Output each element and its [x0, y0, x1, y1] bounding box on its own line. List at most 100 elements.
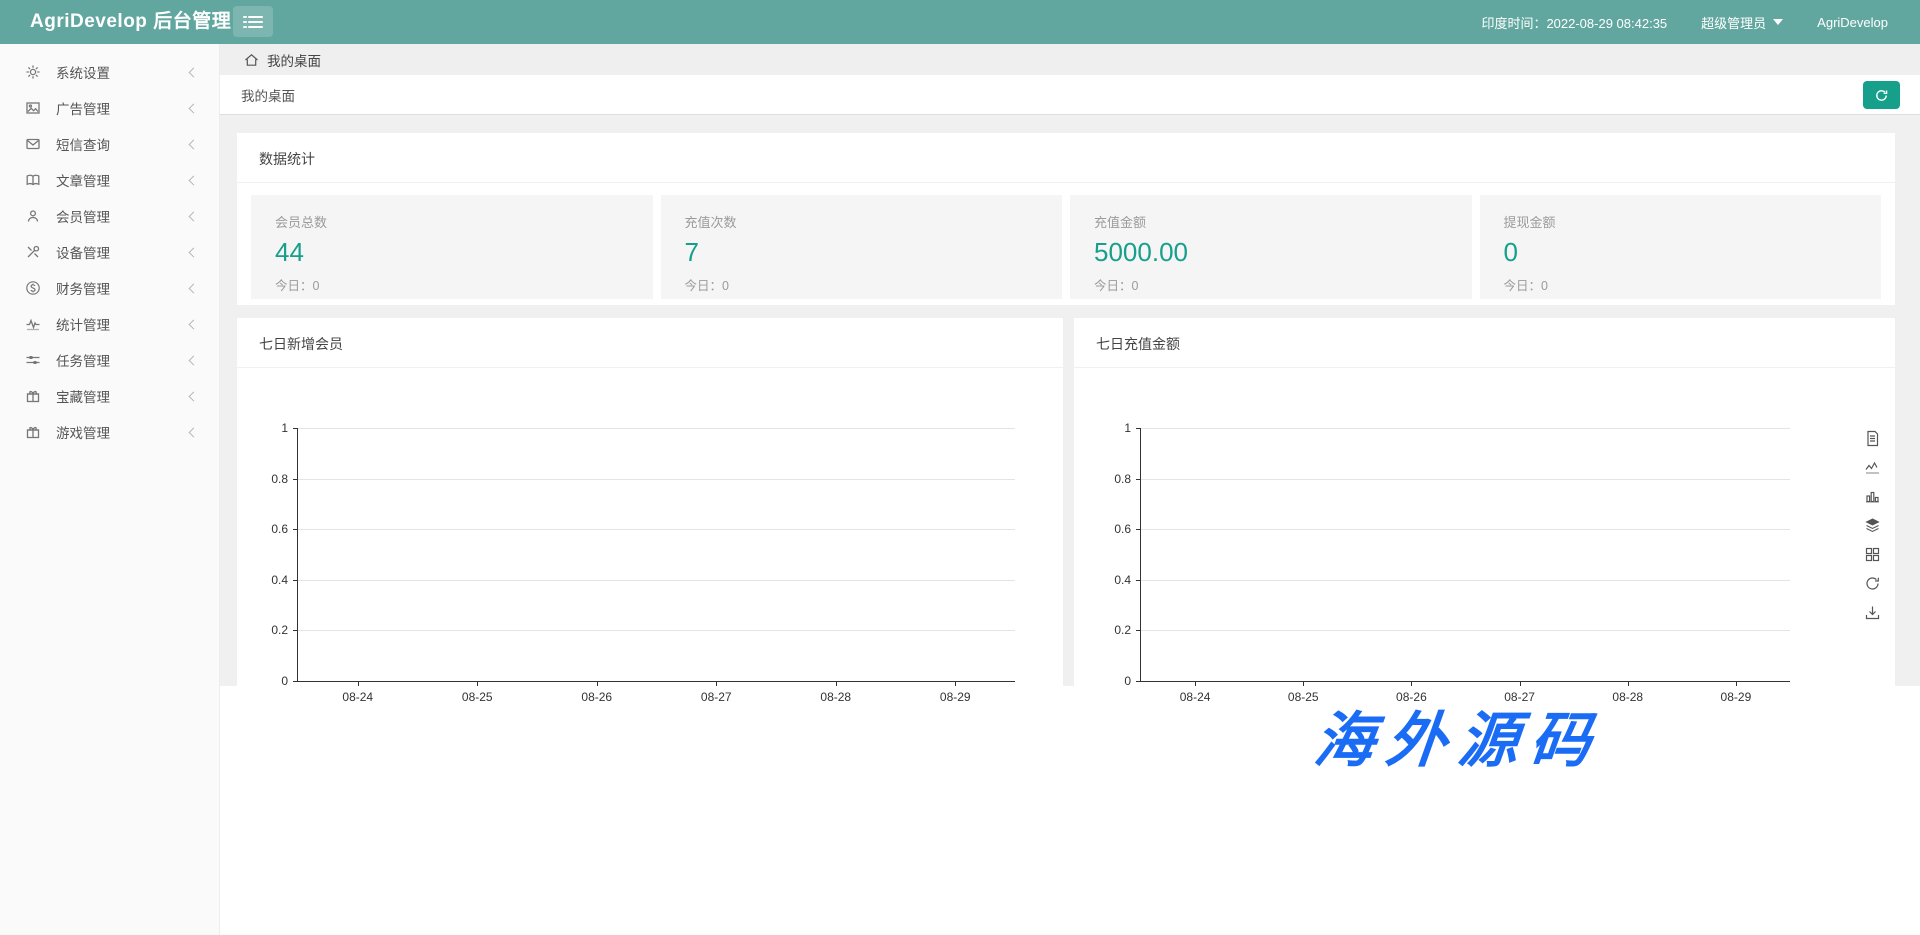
- line-chart-icon[interactable]: [1864, 459, 1881, 476]
- stat-cards: 会员总数 44 今日：0 充值次数 7 今日：0 充值金额 5000.00 今日…: [237, 183, 1895, 299]
- stat-label: 提现金额: [1504, 212, 1858, 231]
- axis-tick: [1136, 580, 1141, 581]
- axis-tick: [293, 630, 298, 631]
- sidebar-item-label: 宝藏管理: [56, 386, 110, 406]
- sidebar-item-label: 系统设置: [56, 62, 110, 82]
- image-icon: [24, 100, 41, 117]
- app-root: AgriDevelop 后台管理 印度时间：2022-08-29 08:42:3…: [0, 0, 1920, 935]
- y-axis-label: 0.2: [271, 623, 288, 637]
- top-header: AgriDevelop 后台管理 印度时间：2022-08-29 08:42:3…: [0, 0, 1920, 44]
- chart-panel-recharge-amount: 七日充值金额 10.80.60.40.2008-2408-2508-2608-2…: [1074, 318, 1895, 686]
- gridline: [1141, 428, 1790, 429]
- axis-tick: [477, 681, 478, 686]
- stat-label: 充值金额: [1094, 212, 1448, 231]
- axis-tick: [1303, 681, 1304, 686]
- user-role-dropdown[interactable]: 超级管理员: [1701, 13, 1783, 32]
- axis-tick: [1136, 529, 1141, 530]
- sidebar-item-article-management[interactable]: 文章管理: [0, 162, 219, 198]
- axis-tick: [1195, 681, 1196, 686]
- stat-card-recharge-count: 充值次数 7 今日：0: [661, 195, 1063, 299]
- line-chart-new-members: 10.80.60.40.2008-2408-2508-2608-2708-280…: [297, 428, 1015, 682]
- axis-tick: [293, 428, 298, 429]
- gridline: [298, 428, 1015, 429]
- y-axis-label: 0.6: [1114, 522, 1131, 536]
- sidebar-item-treasure-management[interactable]: 宝藏管理: [0, 378, 219, 414]
- stat-card-withdraw-amount: 提现金额 0 今日：0: [1480, 195, 1882, 299]
- chevron-left-icon: [189, 139, 199, 149]
- sidebar-item-member-management[interactable]: 会员管理: [0, 198, 219, 234]
- stat-value: 44: [275, 237, 629, 268]
- caret-down-icon: [1773, 19, 1783, 25]
- gift-icon: [24, 424, 41, 441]
- sidebar-item-finance-management[interactable]: 财务管理: [0, 270, 219, 306]
- book-icon: [24, 172, 41, 189]
- sidebar-item-statistics-management[interactable]: 统计管理: [0, 306, 219, 342]
- x-axis-label: 08-24: [342, 690, 373, 704]
- dashboard-area: 数据统计 会员总数 44 今日：0 充值次数 7 今日：0 充值金额: [220, 115, 1920, 686]
- hamburger-icon: [243, 15, 263, 29]
- sidebar-item-label: 任务管理: [56, 350, 110, 370]
- user-icon: [24, 208, 41, 225]
- stat-value: 0: [1504, 237, 1858, 268]
- sidebar-item-system-settings[interactable]: 系统设置: [0, 54, 219, 90]
- stat-value: 5000.00: [1094, 237, 1448, 268]
- watermark: 海外源码: [1310, 692, 1879, 779]
- y-axis-label: 0.8: [271, 472, 288, 486]
- breadcrumb-label: 我的桌面: [267, 50, 321, 70]
- stat-today: 今日：0: [1504, 275, 1858, 294]
- sidebar-item-ad-management[interactable]: 广告管理: [0, 90, 219, 126]
- breadcrumb-bar: 我的桌面: [220, 44, 1920, 75]
- breadcrumb[interactable]: 我的桌面: [244, 50, 321, 70]
- y-axis-label: 0: [281, 674, 288, 688]
- sidebar-item-label: 短信查询: [56, 134, 110, 154]
- y-axis-label: 1: [281, 421, 288, 435]
- stat-label: 充值次数: [685, 212, 1039, 231]
- data-view-icon[interactable]: [1864, 430, 1881, 447]
- main-content: 我的桌面 我的桌面 数据统计 会员总数: [220, 44, 1920, 935]
- sidebar-item-device-management[interactable]: 设备管理: [0, 234, 219, 270]
- axis-tick: [1520, 681, 1521, 686]
- y-axis-label: 0.4: [1114, 573, 1131, 587]
- axis-tick: [836, 681, 837, 686]
- restore-icon[interactable]: [1864, 575, 1881, 592]
- chevron-left-icon: [189, 67, 199, 77]
- tools-icon: [24, 244, 41, 261]
- axis-tick: [1136, 428, 1141, 429]
- tab-my-desktop[interactable]: 我的桌面: [220, 85, 295, 105]
- chevron-left-icon: [189, 175, 199, 185]
- sidebar-item-task-management[interactable]: 任务管理: [0, 342, 219, 378]
- bar-chart-icon[interactable]: [1864, 488, 1881, 505]
- gridline: [298, 529, 1015, 530]
- x-axis-label: 08-25: [1288, 690, 1319, 704]
- axis-tick: [716, 681, 717, 686]
- sidebar-item-game-management[interactable]: 游戏管理: [0, 414, 219, 450]
- gridline: [298, 580, 1015, 581]
- chevron-left-icon: [189, 319, 199, 329]
- tiled-icon[interactable]: [1864, 546, 1881, 563]
- axis-tick: [1628, 681, 1629, 686]
- y-axis-label: 1: [1124, 421, 1131, 435]
- x-axis-label: 08-27: [701, 690, 732, 704]
- chart-title: 七日充值金额: [1074, 318, 1895, 367]
- header-right: 印度时间：2022-08-29 08:42:35 超级管理员 AgriDevel…: [1481, 0, 1888, 44]
- chevron-left-icon: [189, 103, 199, 113]
- line-chart-recharge-amount: 10.80.60.40.2008-2408-2508-2608-2708-280…: [1140, 428, 1790, 682]
- axis-tick: [597, 681, 598, 686]
- gridline: [1141, 580, 1790, 581]
- stat-card-recharge-amount: 充值金额 5000.00 今日：0: [1070, 195, 1472, 299]
- sidebar-item-label: 广告管理: [56, 98, 110, 118]
- stack-icon[interactable]: [1864, 517, 1881, 534]
- menu-toggle-button[interactable]: [233, 6, 273, 37]
- sidebar-item-sms-query[interactable]: 短信查询: [0, 126, 219, 162]
- refresh-button[interactable]: [1863, 81, 1900, 109]
- refresh-icon: [1874, 88, 1889, 103]
- axis-tick: [1136, 479, 1141, 480]
- stat-today: 今日：0: [685, 275, 1039, 294]
- brand-name: AgriDevelop: [1817, 15, 1888, 30]
- sidebar-item-label: 文章管理: [56, 170, 110, 190]
- save-image-icon[interactable]: [1864, 604, 1881, 621]
- axis-tick: [293, 479, 298, 480]
- sidebar-item-label: 设备管理: [56, 242, 110, 262]
- chart-panel-new-members: 七日新增会员 10.80.60.40.2008-2408-2508-2608-2…: [237, 318, 1063, 686]
- y-axis-label: 0.8: [1114, 472, 1131, 486]
